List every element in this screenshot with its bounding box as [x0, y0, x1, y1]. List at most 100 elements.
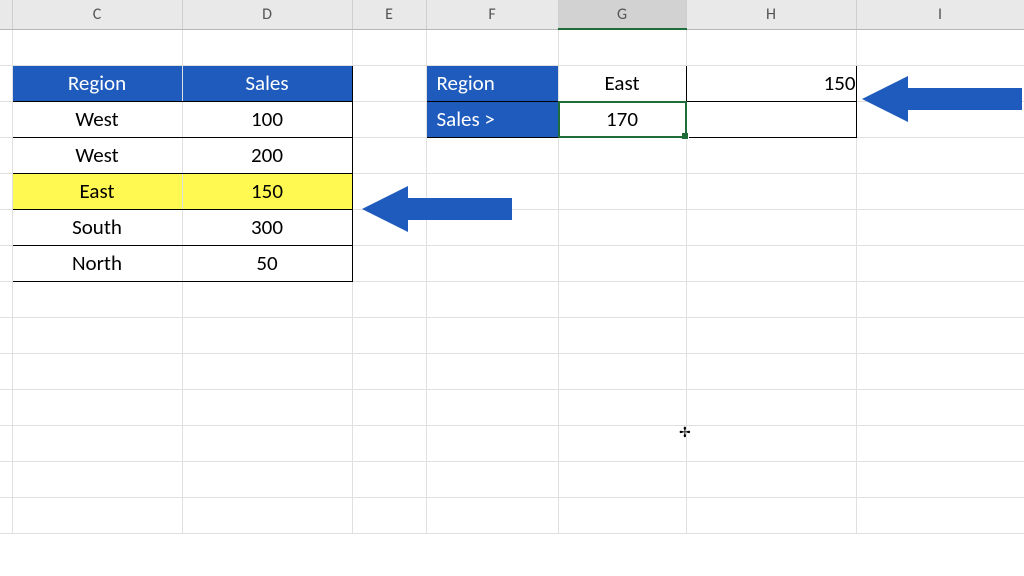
cell[interactable]: [182, 497, 352, 533]
cell[interactable]: [182, 29, 352, 65]
cell[interactable]: [558, 209, 686, 245]
cell[interactable]: [686, 245, 856, 281]
cell[interactable]: [686, 353, 856, 389]
col-header-i[interactable]: I: [856, 0, 1024, 29]
cell[interactable]: [686, 209, 856, 245]
cell[interactable]: [352, 65, 426, 101]
cell[interactable]: [558, 425, 686, 461]
cell[interactable]: [12, 461, 182, 497]
cell[interactable]: [856, 209, 1024, 245]
cell[interactable]: [856, 101, 1024, 137]
cell[interactable]: [352, 425, 426, 461]
cell[interactable]: [182, 461, 352, 497]
cell[interactable]: [686, 281, 856, 317]
table-row-sales[interactable]: 200: [182, 137, 352, 173]
col-header-h[interactable]: H: [686, 0, 856, 29]
cell[interactable]: [426, 353, 558, 389]
table-row-sales[interactable]: 100: [182, 101, 352, 137]
cell[interactable]: [856, 497, 1024, 533]
cell[interactable]: [352, 245, 426, 281]
cell[interactable]: [12, 281, 182, 317]
left-table-header-region[interactable]: Region: [12, 65, 182, 101]
cell[interactable]: [686, 425, 856, 461]
cell[interactable]: [856, 137, 1024, 173]
cell[interactable]: [686, 461, 856, 497]
col-header-e[interactable]: E: [352, 0, 426, 29]
table-row-region[interactable]: West: [12, 101, 182, 137]
cell[interactable]: [426, 29, 558, 65]
cell[interactable]: [558, 173, 686, 209]
cell[interactable]: [856, 245, 1024, 281]
cell[interactable]: [352, 101, 426, 137]
cell[interactable]: [558, 245, 686, 281]
cell[interactable]: [856, 461, 1024, 497]
cell[interactable]: [558, 29, 686, 65]
cell[interactable]: [182, 425, 352, 461]
cell[interactable]: [426, 497, 558, 533]
criteria-label-region[interactable]: Region: [426, 65, 558, 101]
cell[interactable]: [426, 137, 558, 173]
cell[interactable]: [558, 389, 686, 425]
result-cell[interactable]: 150: [686, 65, 856, 101]
cell[interactable]: [686, 137, 856, 173]
cell[interactable]: [686, 29, 856, 65]
cell[interactable]: [426, 245, 558, 281]
cell[interactable]: [12, 29, 182, 65]
cell[interactable]: [352, 389, 426, 425]
cell[interactable]: [686, 389, 856, 425]
cell[interactable]: [558, 497, 686, 533]
cell[interactable]: [686, 497, 856, 533]
cell[interactable]: [12, 497, 182, 533]
cell[interactable]: [426, 425, 558, 461]
cell[interactable]: [558, 317, 686, 353]
left-table-header-sales[interactable]: Sales: [182, 65, 352, 101]
col-header-f[interactable]: F: [426, 0, 558, 29]
cell[interactable]: [686, 317, 856, 353]
cell[interactable]: [426, 317, 558, 353]
cell[interactable]: [352, 29, 426, 65]
table-row-region[interactable]: West: [12, 137, 182, 173]
cell[interactable]: [426, 461, 558, 497]
cell[interactable]: [182, 389, 352, 425]
criteria-value-sales[interactable]: 170: [558, 101, 686, 137]
table-row-sales[interactable]: 150: [182, 173, 352, 209]
cell[interactable]: [686, 173, 856, 209]
cell[interactable]: [856, 353, 1024, 389]
cell[interactable]: [352, 137, 426, 173]
cell[interactable]: [856, 29, 1024, 65]
cell[interactable]: [352, 173, 426, 209]
cell[interactable]: [12, 353, 182, 389]
table-row-sales[interactable]: 50: [182, 245, 352, 281]
col-header-c[interactable]: C: [12, 0, 182, 29]
cell[interactable]: [856, 389, 1024, 425]
cell[interactable]: [856, 65, 1024, 101]
cell[interactable]: [352, 461, 426, 497]
cell[interactable]: [426, 281, 558, 317]
table-row-region[interactable]: North: [12, 245, 182, 281]
cell[interactable]: [182, 317, 352, 353]
cell[interactable]: [352, 353, 426, 389]
col-header-g[interactable]: G: [558, 0, 686, 29]
table-row-region[interactable]: East: [12, 173, 182, 209]
cell[interactable]: [352, 317, 426, 353]
cell[interactable]: [558, 461, 686, 497]
criteria-value-region[interactable]: East: [558, 65, 686, 101]
cell[interactable]: [426, 173, 558, 209]
criteria-label-sales[interactable]: Sales >: [426, 101, 558, 137]
cell[interactable]: [12, 317, 182, 353]
cell[interactable]: [12, 425, 182, 461]
cell[interactable]: [686, 101, 856, 137]
cell[interactable]: [182, 353, 352, 389]
table-row-region[interactable]: South: [12, 209, 182, 245]
cell[interactable]: [856, 173, 1024, 209]
cell[interactable]: [352, 209, 426, 245]
cell[interactable]: [558, 137, 686, 173]
cell[interactable]: [558, 353, 686, 389]
cell[interactable]: [12, 389, 182, 425]
cell[interactable]: [856, 425, 1024, 461]
table-row-sales[interactable]: 300: [182, 209, 352, 245]
cell[interactable]: [426, 389, 558, 425]
cell[interactable]: [856, 317, 1024, 353]
cell[interactable]: [856, 281, 1024, 317]
cell[interactable]: [352, 497, 426, 533]
